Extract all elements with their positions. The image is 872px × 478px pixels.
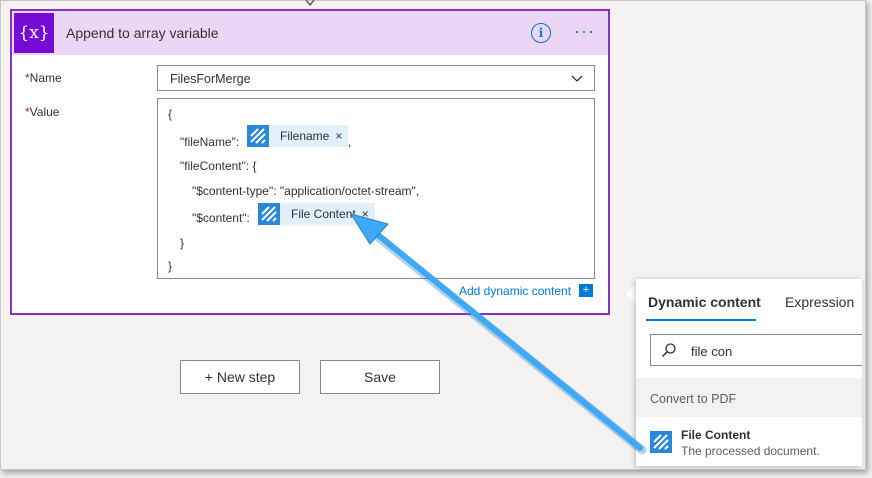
search-icon xyxy=(661,343,676,358)
more-options-icon[interactable]: ··· xyxy=(574,22,595,40)
file-content-item-description: The processed document. xyxy=(681,444,820,458)
code-filecontent-key: "fileContent": { xyxy=(180,159,257,173)
name-label: *Name xyxy=(25,71,62,85)
token-label: File Content xyxy=(291,207,356,221)
token-icon xyxy=(247,125,269,147)
value-label: *Value xyxy=(25,105,60,119)
add-dynamic-content-icon[interactable]: + xyxy=(579,284,593,297)
token-icon xyxy=(258,203,280,225)
code-inner-close: } xyxy=(180,236,185,250)
name-value: FilesForMerge xyxy=(170,72,251,86)
new-step-button[interactable]: + New step xyxy=(180,360,300,394)
search-value: file con xyxy=(691,344,733,359)
group-convert-to-pdf[interactable]: Convert to PDF xyxy=(636,378,862,417)
action-header[interactable]: {x} Append to array variable i ··· xyxy=(12,11,608,55)
search-input[interactable]: file con xyxy=(650,334,862,366)
file-content-item-title[interactable]: File Content xyxy=(681,428,750,442)
tab-expression[interactable]: Expression xyxy=(785,294,854,310)
connector-arrow xyxy=(305,0,315,6)
group-label: Convert to PDF xyxy=(650,392,737,406)
code-outer-close: } xyxy=(168,259,173,273)
code-filename-key: "fileName": xyxy=(180,135,240,149)
active-tab-indicator xyxy=(646,319,756,321)
append-to-array-action-card: {x} Append to array variable i ··· *Name… xyxy=(10,9,610,315)
file-content-token[interactable]: File Content × xyxy=(258,203,375,225)
tab-dynamic-content[interactable]: Dynamic content xyxy=(648,294,761,310)
variable-icon: {x} xyxy=(14,13,54,53)
info-icon[interactable]: i xyxy=(531,23,551,43)
file-content-item-icon[interactable] xyxy=(650,431,672,453)
filename-token[interactable]: Filename × xyxy=(247,125,349,147)
value-editor[interactable]: { "fileName": Filename × , "fileContent"… xyxy=(157,98,595,279)
save-button[interactable]: Save xyxy=(320,360,440,394)
name-dropdown[interactable]: FilesForMerge xyxy=(157,65,595,91)
panel-caret xyxy=(626,284,636,304)
token-label: Filename xyxy=(280,129,330,143)
dynamic-content-panel: Dynamic content Expression file con Conv… xyxy=(636,279,862,466)
chevron-down-icon[interactable] xyxy=(570,71,584,85)
action-title[interactable]: Append to array variable xyxy=(66,25,219,41)
remove-token-icon[interactable]: × xyxy=(360,207,375,221)
code-content-key: "$content": xyxy=(192,211,250,225)
code-content-type: "$content-type": "application/octet-stre… xyxy=(192,184,420,198)
add-dynamic-content-link[interactable]: Add dynamic content xyxy=(459,284,571,298)
remove-token-icon[interactable]: × xyxy=(333,129,348,143)
code-comma: , xyxy=(348,135,352,149)
code-open-brace: { xyxy=(168,107,173,121)
